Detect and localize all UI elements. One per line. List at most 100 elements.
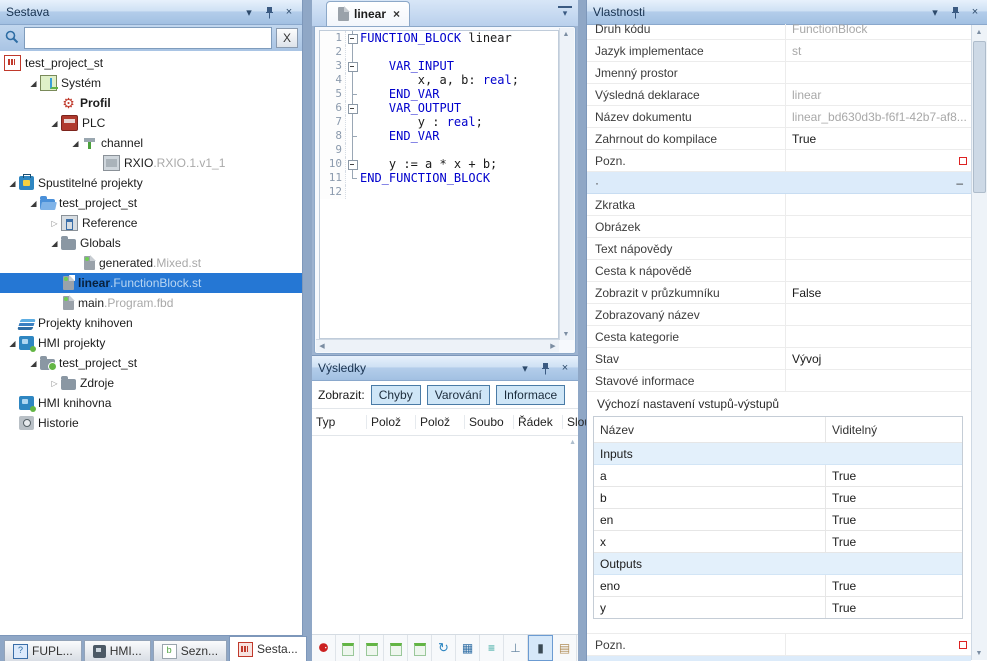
tree-item-hmi-projekty[interactable]: ◢HMI projekty [0,333,302,353]
fold-margin[interactable] [346,31,360,45]
scroll-up-icon[interactable]: ▲ [560,28,572,40]
property-value[interactable] [786,62,971,83]
window-menu-icon[interactable]: ▾ [928,5,942,19]
tab-linear[interactable]: linear × [326,1,410,26]
tree-item-generated[interactable]: generated.Mixed.st [0,253,302,273]
fold-collapse-icon[interactable] [348,104,358,114]
note-marker-icon[interactable] [959,157,967,165]
tree-item-test-project-st[interactable]: ◢test_project_st [0,353,302,373]
fold-collapse-icon[interactable] [348,160,358,170]
results-column-header[interactable]: Soubo [465,415,514,429]
property-row[interactable]: Zkratka [587,194,971,216]
tab-list-menu-icon[interactable]: ▾ [558,6,572,20]
property-row[interactable]: Cesta k nápovědě [587,260,971,282]
search-input[interactable] [24,27,272,49]
note-marker-icon[interactable] [959,641,967,649]
property-value[interactable] [786,260,971,281]
tree-item-historie[interactable]: Historie [0,413,302,433]
properties-vertical-scrollbar[interactable]: ▲ ▼ [971,25,987,660]
close-icon[interactable]: × [968,5,982,19]
tree-item-plc[interactable]: ◢PLC [0,113,302,133]
io-visible-value[interactable]: True [826,535,962,549]
window-menu-icon[interactable]: ▾ [242,5,256,19]
expand-arrow-icon[interactable]: ◢ [6,179,19,188]
property-value[interactable] [786,326,971,347]
scrollbar-thumb[interactable] [973,41,986,193]
property-row[interactable]: Zobrazovaný název [587,304,971,326]
property-row[interactable]: Druh kóduFunctionBlock [587,24,971,40]
fold-margin[interactable] [346,101,360,115]
layers-icon[interactable]: ≡ [480,635,504,661]
property-row[interactable]: Zahrnout do kompilaceTrue [587,128,971,150]
tree-item-channel[interactable]: ◢channel [0,133,302,153]
record-icon[interactable]: ⚈ [312,635,336,661]
tree-item-rxio[interactable]: RXIO.RXIO.1.v1_1 [0,153,302,173]
chart-icon[interactable]: ▦ [456,635,480,661]
tree-item-test-project-st[interactable]: test_project_st [0,53,302,73]
property-row[interactable]: Zobrazit v průzkumníkuFalse [587,282,971,304]
tree-item-projekty-knihoven[interactable]: Projekty knihoven [0,313,302,333]
dock-icon[interactable]: ⊥ [504,635,528,661]
property-value[interactable]: linear_bd630d3b-f6f1-42b7-af8... [786,106,971,127]
window-icon[interactable] [360,635,384,661]
tree-item-reference[interactable]: ▷Reference [0,213,302,233]
pin-icon[interactable] [538,361,552,375]
search-clear-button[interactable]: X [276,28,298,48]
property-row[interactable]: Text nápovědy [587,238,971,260]
fold-collapse-icon[interactable] [348,62,358,72]
collapse-arrow-icon[interactable]: ▷ [48,379,61,388]
property-value[interactable] [786,634,971,655]
property-value[interactable] [786,216,971,237]
property-row[interactable]: Pozn. [587,634,971,656]
fold-margin[interactable] [346,157,360,171]
expand-arrow-icon[interactable]: ◢ [48,239,61,248]
expand-arrow-icon[interactable]: ◢ [48,119,61,128]
property-row[interactable]: Jmenný prostor [587,62,971,84]
io-row[interactable]: bTrue [594,487,962,509]
io-row[interactable]: enoTrue [594,575,962,597]
scroll-right-icon[interactable]: ▶ [547,340,559,352]
refresh-icon[interactable]: ↻ [432,635,456,661]
close-icon[interactable]: × [282,5,296,19]
results-list[interactable]: ▲ [312,437,578,634]
bottom-tab-sesta[interactable]: Sesta... [229,636,307,661]
property-value[interactable]: True [786,128,971,149]
collapse-icon[interactable]: – [956,176,963,190]
expand-arrow-icon[interactable]: ◢ [27,79,40,88]
io-visible-value[interactable]: True [826,513,962,527]
io-row[interactable]: enTrue [594,509,962,531]
tree-item-main[interactable]: main.Program.fbd [0,293,302,313]
tree-item-globals[interactable]: ◢Globals [0,233,302,253]
tab-close-icon[interactable]: × [393,7,400,21]
window-icon[interactable] [384,635,408,661]
io-visible-value[interactable]: True [826,469,962,483]
property-value[interactable] [786,304,971,325]
scroll-down-icon[interactable]: ▼ [560,328,572,340]
tree-item-zdroje[interactable]: ▷Zdroje [0,373,302,393]
tree-item-test-project-st[interactable]: ◢test_project_st [0,193,302,213]
expand-arrow-icon[interactable]: ◢ [27,359,40,368]
property-row[interactable]: Obrázek [587,216,971,238]
pin-icon[interactable] [262,5,276,19]
property-value[interactable]: False [786,282,971,303]
property-value[interactable]: FunctionBlock [786,24,971,39]
scroll-down-icon[interactable]: ▼ [973,647,985,659]
battery-icon[interactable]: ▮ [528,635,553,661]
property-row[interactable]: Jazyk implementacest [587,40,971,62]
tree-item-profil[interactable]: ⚙Profil [0,93,302,113]
editor-vertical-scrollbar[interactable]: ▲ ▼ [559,28,574,340]
tree-item-spustiteln-projekty[interactable]: ◢Spustitelné projekty [0,173,302,193]
io-row[interactable]: xTrue [594,531,962,553]
bottom-tab-hmi[interactable]: HMI... [84,640,151,661]
fold-margin[interactable] [346,59,360,73]
property-value[interactable] [786,194,971,215]
property-category[interactable]: ·– [587,172,971,194]
io-group-row[interactable]: Inputs [594,443,962,465]
io-visible-value[interactable]: True [826,491,962,505]
tree-item-syst-m[interactable]: ◢Systém [0,73,302,93]
code-editor[interactable]: 1FUNCTION_BLOCK linear23 VAR_INPUT4 x, a… [319,30,559,339]
results-column-header[interactable]: Řádek [514,415,563,429]
property-row[interactable]: Stavové informace [587,370,971,392]
io-row[interactable]: yTrue [594,597,962,618]
expand-arrow-icon[interactable]: ◢ [27,199,40,208]
